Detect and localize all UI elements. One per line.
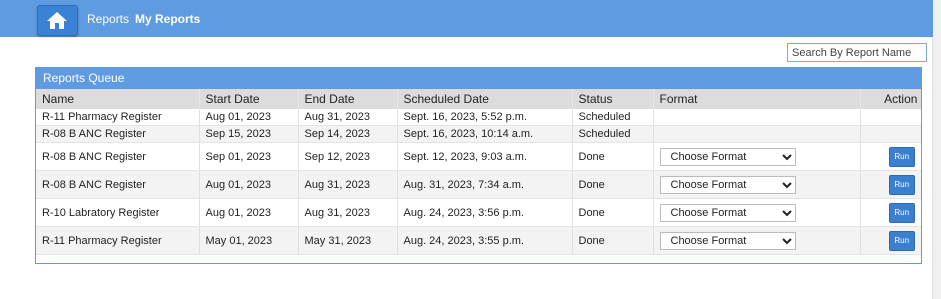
cell-start-date: Sep 15, 2023 xyxy=(199,125,299,143)
table-row: R-11 Pharmacy Register Aug 01, 2023 Aug … xyxy=(36,109,921,126)
cell-status: Scheduled xyxy=(572,125,654,143)
run-button[interactable]: Run xyxy=(888,202,915,223)
format-select[interactable]: Choose Format xyxy=(659,147,796,166)
cell-action: Run xyxy=(860,198,921,227)
format-select[interactable]: Choose Format xyxy=(659,175,796,194)
column-header-start-date: Start Date xyxy=(199,89,299,109)
cell-name: R-11 Pharmacy Register xyxy=(36,226,200,255)
cell-status: Done xyxy=(572,226,654,255)
cell-start-date: Sep 01, 2023 xyxy=(199,142,299,171)
cell-action: Run xyxy=(860,226,921,255)
cell-start-date: Aug 01, 2023 xyxy=(199,170,299,199)
column-header-name: Name xyxy=(36,89,200,109)
cell-action: Run xyxy=(860,170,921,199)
nav-link-my-reports[interactable]: My Reports xyxy=(135,12,200,26)
cell-name: R-11 Pharmacy Register xyxy=(36,109,200,126)
cell-action xyxy=(860,125,921,143)
table-row: R-08 B ANC Register Sep 01, 2023 Sep 12,… xyxy=(36,142,921,171)
cell-scheduled-date: Sept. 12, 2023, 9:03 a.m. xyxy=(397,142,573,171)
cell-name: R-08 B ANC Register xyxy=(36,125,200,143)
top-nav-bar: Reports My Reports xyxy=(0,0,933,37)
home-icon xyxy=(47,12,67,29)
reports-table: Name Start Date End Date Scheduled Date … xyxy=(36,89,921,255)
cell-status: Done xyxy=(572,142,654,171)
panel-title: Reports Queue xyxy=(36,68,921,89)
run-button[interactable]: Run xyxy=(888,146,915,167)
window-right-edge xyxy=(932,0,941,299)
cell-end-date: May 31, 2023 xyxy=(298,226,398,255)
cell-scheduled-date: Aug. 24, 2023, 3:56 p.m. xyxy=(397,198,573,227)
cell-name: R-10 Labratory Register xyxy=(36,198,200,227)
format-select[interactable]: Choose Format xyxy=(659,203,796,222)
cell-status: Done xyxy=(572,198,654,227)
cell-scheduled-date: Sept. 16, 2023, 10:14 a.m. xyxy=(397,125,573,143)
cell-format xyxy=(653,125,861,143)
column-header-action: Action xyxy=(860,89,921,109)
cell-end-date: Sep 12, 2023 xyxy=(298,142,398,171)
cell-format: Choose Format xyxy=(653,170,861,199)
cell-end-date: Aug 31, 2023 xyxy=(298,170,398,199)
cell-action xyxy=(860,109,921,126)
cell-format: Choose Format xyxy=(653,226,861,255)
cell-name: R-08 B ANC Register xyxy=(36,170,200,199)
cell-format xyxy=(653,109,861,126)
table-row: R-08 B ANC Register Aug 01, 2023 Aug 31,… xyxy=(36,170,921,199)
cell-format: Choose Format xyxy=(653,142,861,171)
cell-start-date: Aug 01, 2023 xyxy=(199,198,299,227)
format-select[interactable]: Choose Format xyxy=(659,231,796,250)
cell-end-date: Aug 31, 2023 xyxy=(298,198,398,227)
search-input[interactable] xyxy=(787,43,927,62)
run-button[interactable]: Run xyxy=(888,230,915,251)
cell-name: R-08 B ANC Register xyxy=(36,142,200,171)
cell-status: Scheduled xyxy=(572,109,654,126)
table-header-row: Name Start Date End Date Scheduled Date … xyxy=(36,89,921,109)
column-header-end-date: End Date xyxy=(298,89,398,109)
cell-scheduled-date: Aug. 31, 2023, 7:34 a.m. xyxy=(397,170,573,199)
column-header-format: Format xyxy=(653,89,861,109)
cell-scheduled-date: Sept. 16, 2023, 5:52 p.m. xyxy=(397,109,573,126)
cell-action: Run xyxy=(860,142,921,171)
table-row: R-08 B ANC Register Sep 15, 2023 Sep 14,… xyxy=(36,125,921,143)
cell-end-date: Aug 31, 2023 xyxy=(298,109,398,126)
cell-end-date: Sep 14, 2023 xyxy=(298,125,398,143)
cell-format: Choose Format xyxy=(653,198,861,227)
table-row: R-11 Pharmacy Register May 01, 2023 May … xyxy=(36,226,921,255)
cell-status: Done xyxy=(572,170,654,199)
table-row: R-10 Labratory Register Aug 01, 2023 Aug… xyxy=(36,198,921,227)
reports-queue-panel: Reports Queue Name Start Date End Date S… xyxy=(35,67,922,264)
cell-start-date: Aug 01, 2023 xyxy=(199,109,299,126)
home-button[interactable] xyxy=(37,5,78,36)
cell-start-date: May 01, 2023 xyxy=(199,226,299,255)
cell-scheduled-date: Aug. 24, 2023, 3:55 p.m. xyxy=(397,226,573,255)
column-header-status: Status xyxy=(572,89,654,109)
nav-link-reports[interactable]: Reports xyxy=(87,12,129,26)
run-button[interactable]: Run xyxy=(888,174,915,195)
column-header-scheduled-date: Scheduled Date xyxy=(397,89,573,109)
